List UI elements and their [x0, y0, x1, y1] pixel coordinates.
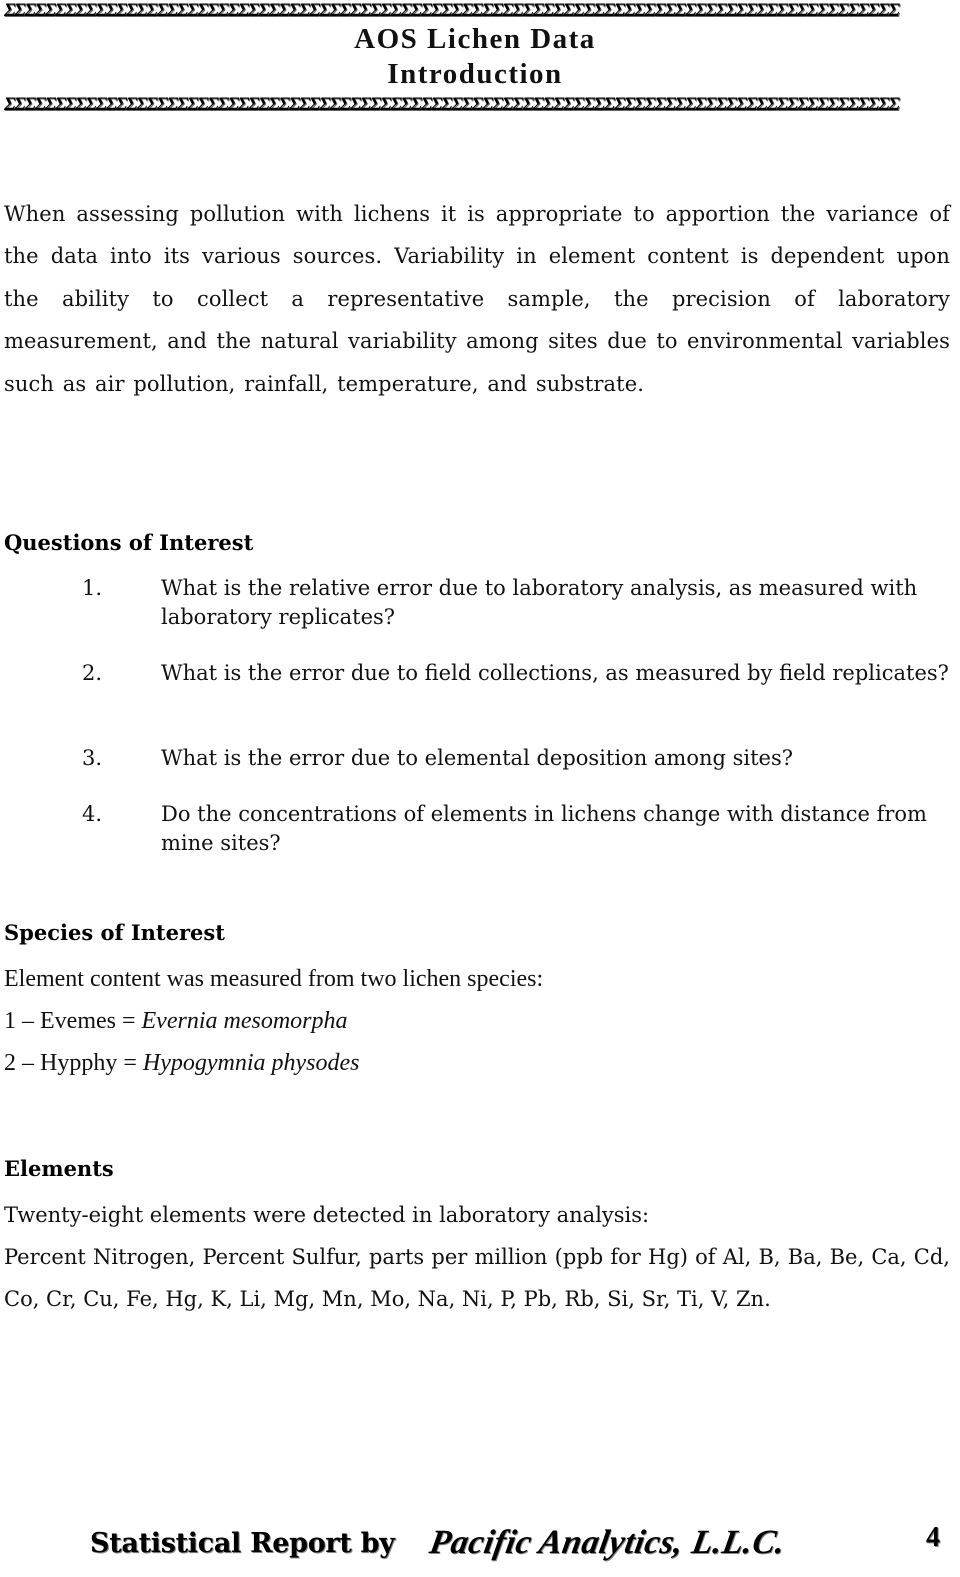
question-number: 1.	[82, 576, 103, 600]
species-scientific-name: Evernia mesomorpha	[141, 1008, 348, 1034]
footer-company-name: Pacific Analytics, L.L.C.	[426, 1524, 789, 1561]
species-scientific-name: Hypogymnia physodes	[142, 1050, 360, 1076]
species-item: 1 – Evemes = Evernia mesomorpha	[4, 1007, 347, 1035]
page-number: 4	[926, 1522, 940, 1553]
species-code: 1 – Evemes =	[4, 1008, 142, 1034]
species-heading: Species of Interest	[4, 920, 225, 945]
document-title: AOS Lichen Data	[354, 23, 596, 55]
elements-heading: Elements	[4, 1156, 114, 1181]
footer-report-label: Statistical Report by	[90, 1528, 395, 1559]
elements-intro: Twenty-eight elements were detected in l…	[4, 1203, 650, 1227]
intro-paragraph: When assessing pollution with lichens it…	[4, 202, 950, 396]
page-header: AOS Lichen Data Introduction	[0, 22, 950, 92]
question-number: 4.	[82, 802, 103, 826]
decorative-sigma-border-top: ΣΣΣΣΣΣΣΣΣΣΣΣΣΣΣΣΣΣΣΣΣΣΣΣΣΣΣΣΣΣΣΣΣΣΣΣΣΣΣΣ…	[4, 2, 900, 20]
decorative-sigma-border-bottom: ΣΣΣΣΣΣΣΣΣΣΣΣΣΣΣΣΣΣΣΣΣΣΣΣΣΣΣΣΣΣΣΣΣΣΣΣΣΣΣΣ…	[4, 96, 900, 114]
question-number: 2.	[82, 661, 103, 685]
section-title: Introduction	[387, 58, 563, 90]
question-text: What is the relative error due to labora…	[161, 576, 918, 629]
species-code: 2 – Hypphy =	[4, 1050, 143, 1076]
elements-list: Percent Nitrogen, Percent Sulfur, parts …	[4, 1245, 950, 1312]
questions-heading: Questions of Interest	[4, 530, 254, 555]
species-item: 2 – Hypphy = Hypogymnia physodes	[4, 1049, 360, 1077]
species-intro: Element content was measured from two li…	[4, 966, 544, 992]
page-footer: Statistical Report by Pacific Analytics,…	[90, 1520, 950, 1570]
question-text: Do the concentrations of elements in lic…	[161, 802, 927, 855]
question-number: 3.	[82, 746, 103, 770]
question-text: What is the error due to field collectio…	[161, 661, 949, 685]
question-text: What is the error due to elemental depos…	[161, 746, 794, 770]
